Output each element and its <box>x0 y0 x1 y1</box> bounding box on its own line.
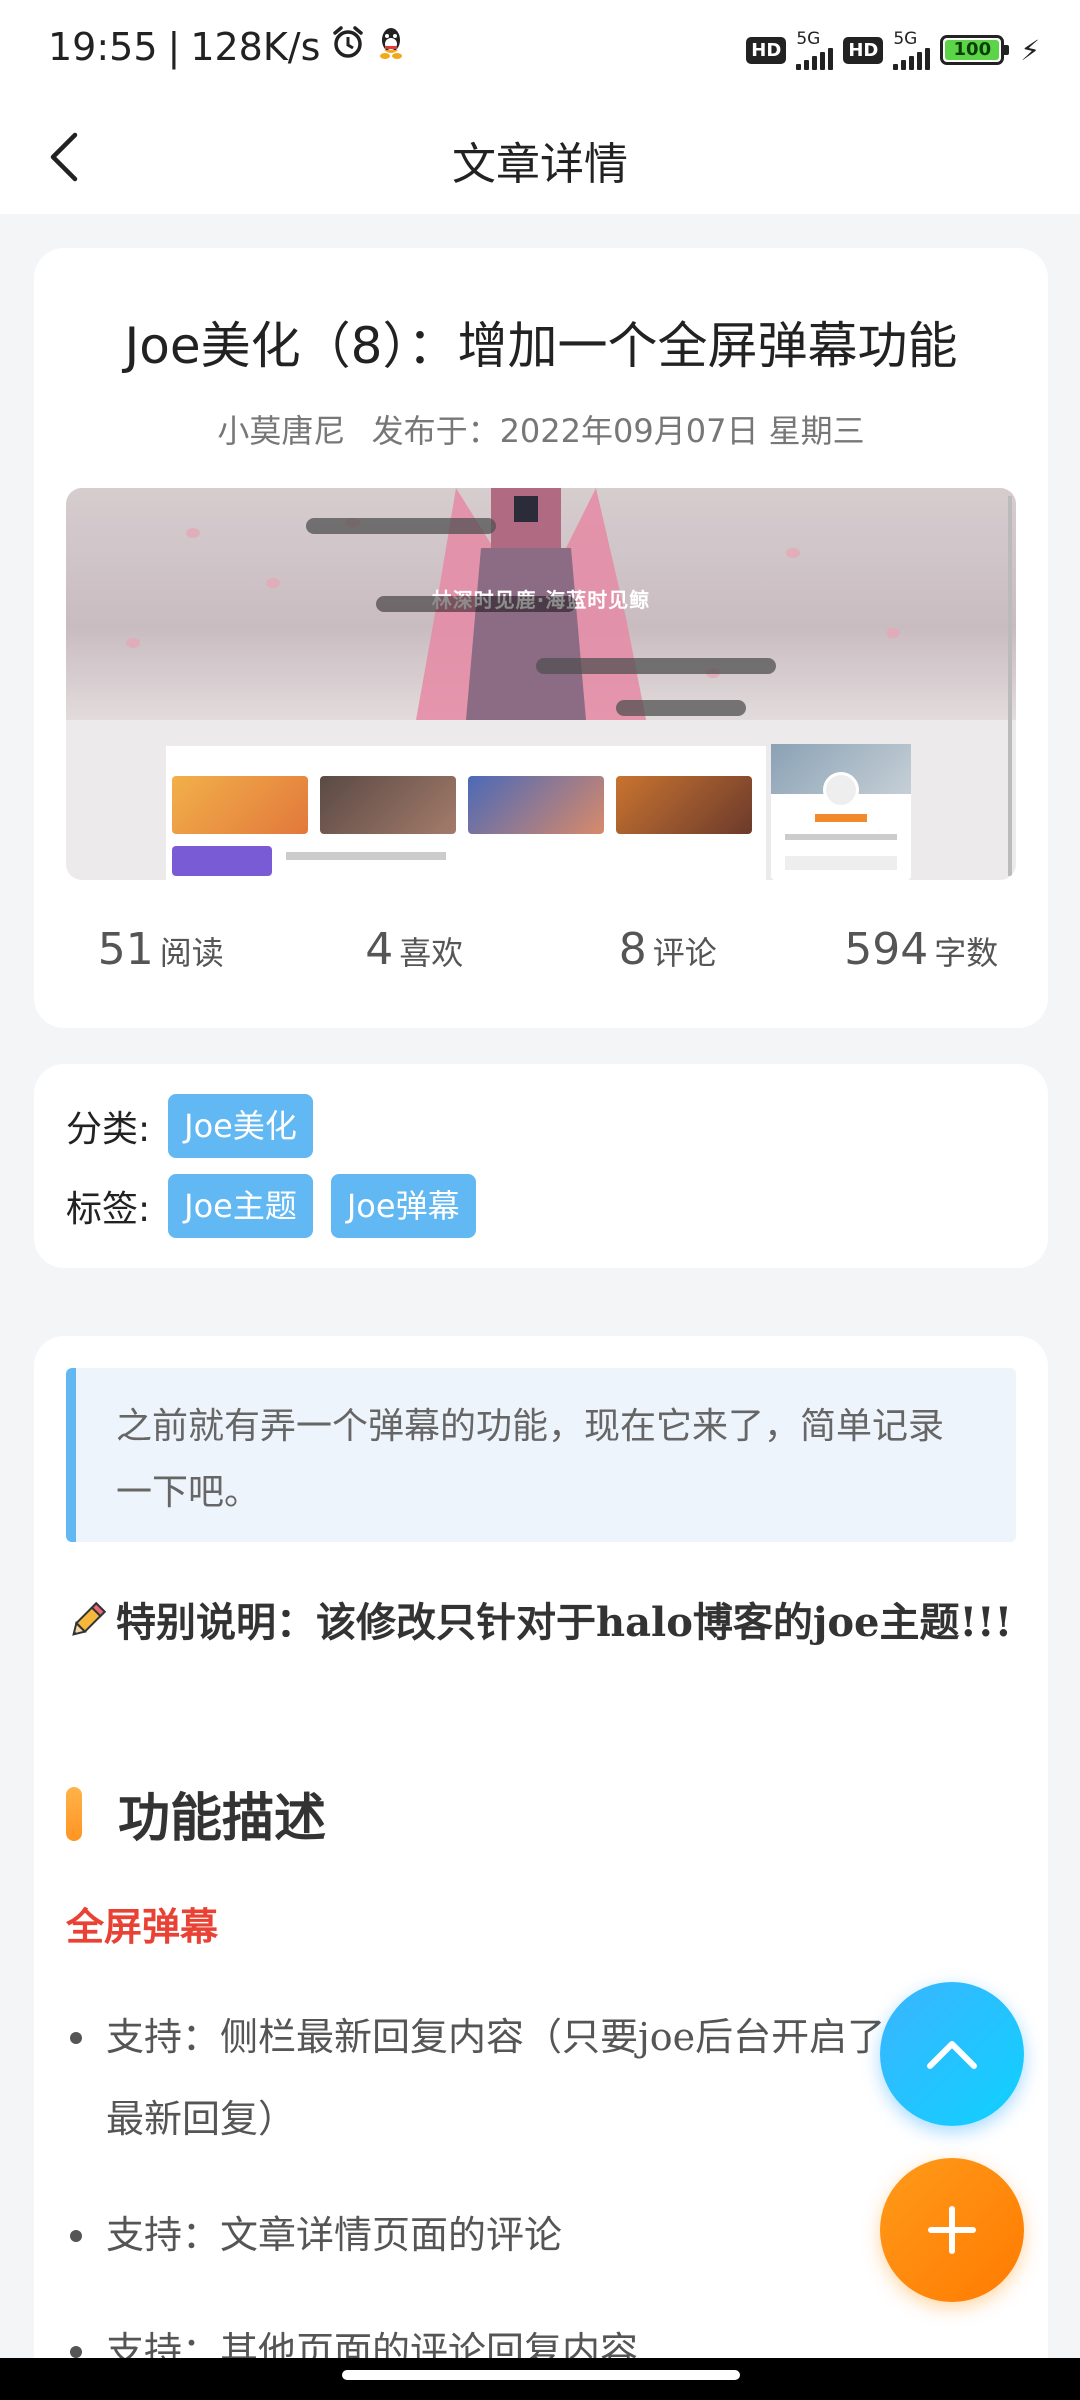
cover-content-preview <box>166 746 766 880</box>
category-row: 分类: Joe美化 <box>66 1094 331 1158</box>
stat-value: 594 <box>844 924 929 975</box>
feature-list: 支持：侧栏最新回复内容（只要joe后台开启了侧栏的最新回复） 支持：文章详情页面… <box>66 1996 1006 2400</box>
stat-value: 8 <box>618 924 647 975</box>
signal-bars-icon <box>893 48 931 70</box>
heading-marker <box>66 1786 82 1841</box>
stat-words: 594 字数 <box>795 924 1049 975</box>
stat-reads: 51 阅读 <box>34 924 288 975</box>
signal-bars-icon <box>796 48 834 70</box>
article-title: Joe美化（8）：增加一个全屏弹幕功能 <box>124 317 958 375</box>
status-divider: | <box>167 24 181 69</box>
battery-icon: 100 <box>940 35 1010 65</box>
article-stats: 51 阅读 4 喜欢 8 评论 594 字数 <box>34 924 1048 975</box>
status-time: 19:55 <box>48 24 158 69</box>
stat-label: 阅读 <box>159 934 224 972</box>
app-header: 文章详情 <box>0 100 1080 214</box>
tags-label: 标签: <box>66 1189 151 1230</box>
stat-label: 喜欢 <box>399 934 464 972</box>
article-cover-image[interactable]: 林深时见鹿·海蓝时见鲸 <box>66 488 1016 880</box>
category-tag[interactable]: Joe美化 <box>168 1094 313 1158</box>
plus-icon <box>928 2206 976 2254</box>
battery-level: 100 <box>945 40 1000 60</box>
signal-1: 5G <box>796 29 834 70</box>
stat-label: 字数 <box>934 934 999 972</box>
taxonomy-card: 分类: Joe美化 标签: Joe主题 Joe弹幕 <box>34 1064 1048 1268</box>
alarm-icon <box>330 24 366 69</box>
stat-label: 评论 <box>652 934 717 972</box>
add-button[interactable] <box>880 2158 1024 2302</box>
article-meta: 小莫唐尼 发布于：2022年09月07日 星期三 <box>34 406 1048 452</box>
cover-sidebar-preview <box>771 744 911 880</box>
section-heading: 功能描述 <box>66 1776 326 1851</box>
system-nav-bar <box>0 2358 1080 2400</box>
special-note-text: 特别说明：该修改只针对于halo博客的joe主题!!! <box>116 1599 1013 1646</box>
stat-value: 51 <box>97 924 154 975</box>
tag-chip[interactable]: Joe弹幕 <box>330 1174 476 1238</box>
stat-likes: 4 喜欢 <box>288 924 542 975</box>
qq-icon <box>376 25 406 69</box>
signal-2: 5G <box>893 29 931 70</box>
status-speed: 128K/s <box>190 24 321 69</box>
article-date: 发布于：2022年09月07日 星期三 <box>371 412 865 450</box>
subsection-title: 全屏弹幕 <box>66 1905 219 1949</box>
cover-hero: 林深时见鹿·海蓝时见鲸 <box>66 488 1016 720</box>
section-title: 功能描述 <box>118 1789 327 1849</box>
article-author[interactable]: 小莫唐尼 <box>217 412 345 450</box>
hd-badge-1: HD <box>746 36 787 64</box>
scroll-top-button[interactable] <box>880 1982 1024 2126</box>
status-bar: 19:55 | 128K/s HD 5G HD 5G 100 ⚡ <box>0 0 1080 100</box>
hd-badge-2: HD <box>843 36 884 64</box>
pencil-icon <box>66 1598 108 1660</box>
special-note: 特别说明：该修改只针对于halo博客的joe主题!!! <box>66 1592 1026 1660</box>
charging-icon: ⚡ <box>1020 33 1040 67</box>
category-label: 分类: <box>66 1109 151 1150</box>
page-title: 文章详情 <box>452 139 628 190</box>
status-left: 19:55 | 128K/s <box>48 24 406 69</box>
network-type-2: 5G <box>893 29 918 49</box>
intro-quote: 之前就有弄一个弹幕的功能，现在它来了，简单记录一下吧。 <box>66 1368 1016 1542</box>
stat-comments: 8 评论 <box>541 924 795 975</box>
tag-chip[interactable]: Joe主题 <box>168 1174 313 1238</box>
status-right: HD 5G HD 5G 100 ⚡ <box>746 30 1040 70</box>
tags-row: 标签: Joe主题 Joe弹幕 <box>66 1174 494 1238</box>
article-info-card: Joe美化（8）：增加一个全屏弹幕功能 小莫唐尼 发布于：2022年09月07日… <box>34 248 1048 1028</box>
stat-value: 4 <box>365 924 394 975</box>
home-indicator[interactable] <box>342 2370 740 2380</box>
list-item: 支持：文章详情页面的评论 <box>66 2194 1006 2276</box>
list-item: 支持：侧栏最新回复内容（只要joe后台开启了侧栏的最新回复） <box>66 1996 1006 2160</box>
chevron-up-icon <box>927 2041 977 2069</box>
network-type-1: 5G <box>796 29 821 49</box>
